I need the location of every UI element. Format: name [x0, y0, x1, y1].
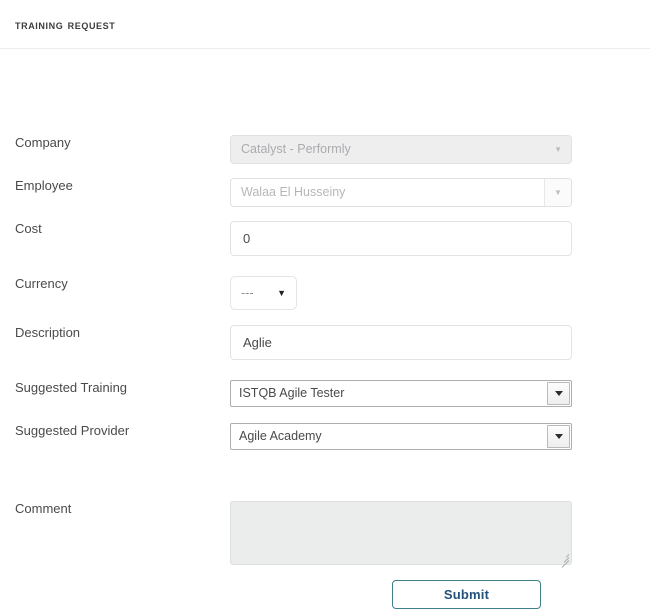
field-row-comment: Comment [0, 501, 650, 568]
comment-textarea-wrap [230, 501, 572, 568]
field-row-suggested-training: Suggested Training ISTQB Agile Tester [0, 380, 650, 407]
currency-select-value: --- [241, 286, 254, 300]
field-row-currency: Currency --- ▼ [0, 276, 650, 310]
label-currency: Currency [15, 276, 68, 291]
suggested-training-value: ISTQB Agile Tester [239, 386, 345, 400]
control-company[interactable]: Catalyst - Performly ▼ [230, 135, 572, 164]
submit-row: Submit [0, 580, 650, 609]
cost-input[interactable]: 0 [230, 221, 572, 256]
label-employee: Employee [15, 178, 73, 193]
comment-textarea[interactable] [230, 501, 572, 565]
control-suggested-training[interactable]: ISTQB Agile Tester [230, 380, 572, 407]
submit-button[interactable]: Submit [392, 580, 541, 609]
control-suggested-provider[interactable]: Agile Academy [230, 423, 572, 450]
chevron-down-icon[interactable] [547, 382, 570, 405]
field-row-company: Company Catalyst - Performly ▼ [0, 135, 650, 164]
employee-select[interactable]: Walaa El Husseiny ▼ [230, 178, 572, 207]
field-row-cost: Cost 0 [0, 221, 650, 256]
employee-select-value: Walaa El Husseiny [241, 185, 346, 199]
chevron-down-icon: ▼ [277, 287, 286, 298]
control-employee[interactable]: Walaa El Husseiny ▼ [230, 178, 572, 207]
chevron-down-icon: ▼ [554, 144, 562, 154]
control-description[interactable]: Aglie [230, 325, 572, 360]
training-request-page: TRAINING REQUEST Company Catalyst - Perf… [0, 0, 650, 609]
label-suggested-training: Suggested Training [15, 380, 128, 395]
suggested-training-select[interactable]: ISTQB Agile Tester [230, 380, 572, 407]
control-currency[interactable]: --- ▼ [230, 276, 297, 310]
chevron-down-icon[interactable]: ▼ [544, 179, 571, 206]
field-row-description: Description Aglie [0, 325, 650, 360]
currency-select[interactable]: --- ▼ [230, 276, 297, 310]
control-comment[interactable] [230, 501, 572, 568]
field-row-suggested-provider: Suggested Provider Agile Academy [0, 423, 650, 450]
control-cost[interactable]: 0 [230, 221, 572, 256]
page-header: TRAINING REQUEST [0, 0, 650, 49]
suggested-provider-value: Agile Academy [239, 429, 322, 443]
label-comment: Comment [15, 501, 72, 516]
label-company: Company [15, 135, 71, 150]
description-input[interactable]: Aglie [230, 325, 572, 360]
label-suggested-provider: Suggested Provider [15, 423, 130, 438]
company-select-value: Catalyst - Performly [241, 142, 351, 156]
field-row-employee: Employee Walaa El Husseiny ▼ [0, 178, 650, 207]
label-description: Description [15, 325, 81, 340]
company-select[interactable]: Catalyst - Performly ▼ [230, 135, 572, 164]
page-title: TRAINING REQUEST [15, 16, 116, 32]
chevron-down-icon[interactable] [547, 425, 570, 448]
suggested-provider-select[interactable]: Agile Academy [230, 423, 572, 450]
label-cost: Cost [15, 221, 42, 236]
